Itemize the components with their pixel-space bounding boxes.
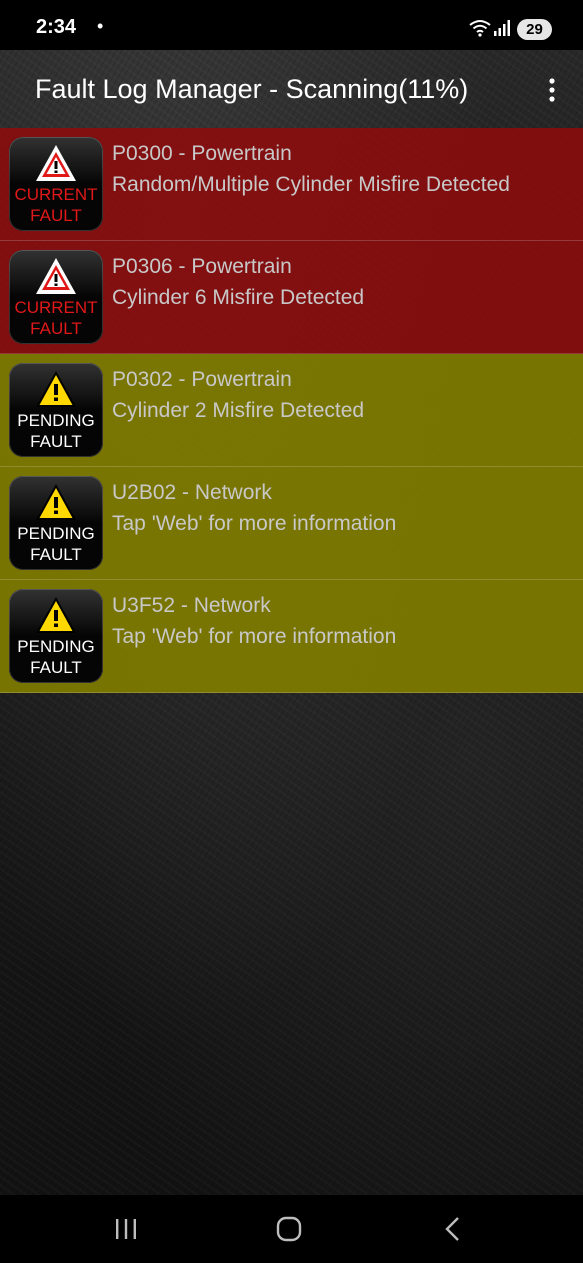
back-icon[interactable] (443, 1216, 463, 1242)
pending-fault-badge: PENDING FAULT (9, 363, 103, 457)
badge-label: FAULT (30, 545, 82, 564)
status-bar: 2:34 • 29 (0, 0, 583, 50)
battery-indicator: 29 (517, 19, 552, 40)
badge-label: PENDING (17, 524, 95, 543)
fault-row[interactable]: PENDING FAULT P0302 - Powertrain Cylinde… (0, 354, 583, 467)
fault-row[interactable]: PENDING FAULT U2B02 - Network Tap 'Web' … (0, 467, 583, 580)
more-vert-icon[interactable] (540, 76, 564, 104)
badge-label: FAULT (30, 658, 82, 677)
fault-code: U3F52 - Network (112, 594, 271, 617)
fault-row[interactable]: PENDING FAULT U3F52 - Network Tap 'Web' … (0, 580, 583, 693)
notification-dot: • (97, 16, 104, 36)
home-icon[interactable] (276, 1216, 302, 1242)
badge-label: PENDING (17, 411, 95, 430)
fault-code: P0302 - Powertrain (112, 368, 292, 391)
navigation-bar (0, 1195, 583, 1263)
fault-code: U2B02 - Network (112, 481, 272, 504)
warning-icon (36, 371, 76, 407)
fault-list: CURRENT FAULT P0300 - Powertrain Random/… (0, 128, 583, 693)
fault-description: Cylinder 2 Misfire Detected (112, 399, 365, 422)
badge-label: CURRENT (14, 298, 98, 317)
fault-description: Random/Multiple Cylinder Misfire Detecte… (112, 173, 510, 196)
fault-code: P0306 - Powertrain (112, 255, 292, 278)
badge-label: CURRENT (14, 185, 98, 204)
badge-label: PENDING (17, 637, 95, 656)
app-screen: 2:34 • 29 Fault Log Manager - Scanning(1… (0, 0, 583, 1263)
warning-icon (36, 597, 76, 633)
current-fault-badge: CURRENT FAULT (9, 250, 103, 344)
fault-code: P0300 - Powertrain (112, 142, 292, 165)
warning-icon (36, 145, 76, 181)
warning-icon (36, 484, 76, 520)
wifi-icon (469, 20, 491, 37)
badge-label: FAULT (30, 432, 82, 451)
app-bar: Fault Log Manager - Scanning(11%) (0, 50, 583, 128)
badge-label: FAULT (30, 319, 82, 338)
badge-label: FAULT (30, 206, 82, 225)
fault-description: Tap 'Web' for more information (112, 625, 397, 648)
fault-description: Cylinder 6 Misfire Detected (112, 286, 365, 309)
warning-icon (36, 258, 76, 294)
fault-row[interactable]: CURRENT FAULT P0306 - Powertrain Cylinde… (0, 241, 583, 354)
pending-fault-badge: PENDING FAULT (9, 589, 103, 683)
fault-row[interactable]: CURRENT FAULT P0300 - Powertrain Random/… (0, 128, 583, 241)
current-fault-badge: CURRENT FAULT (9, 137, 103, 231)
status-time: 2:34 (36, 16, 77, 38)
pending-fault-badge: PENDING FAULT (9, 476, 103, 570)
fault-description: Tap 'Web' for more information (112, 512, 397, 535)
recents-icon[interactable] (114, 1217, 138, 1241)
signal-icon (494, 20, 510, 36)
page-title: Fault Log Manager - Scanning(11%) (35, 74, 469, 104)
